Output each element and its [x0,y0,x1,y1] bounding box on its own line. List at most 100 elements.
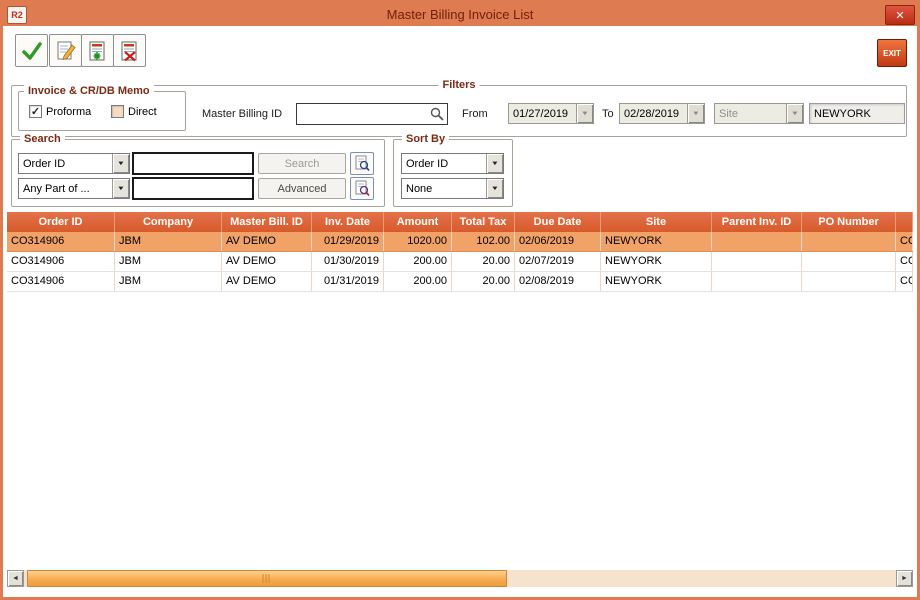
column-header-due-date[interactable]: Due Date [515,212,601,232]
sort-by-group-label: Sort By [402,132,449,146]
app-window: R2 Master Billing Invoice List ✕ [0,0,920,600]
dropdown-arrow-icon[interactable]: ▼ [112,179,129,198]
toolbar-edit-invoice-button[interactable] [49,34,82,67]
to-date-picker[interactable]: 02/28/2019 ▼ [619,103,705,124]
toolbar-void-invoice-button[interactable] [113,34,146,67]
to-date-value: 02/28/2019 [620,108,687,120]
invoice-memo-group: Invoice & CR/DB Memo ✓ Proforma Direct [18,91,186,131]
cell-company: JBM [115,272,222,291]
search-group: Search Order ID ▼ Search Any Part of ... [11,139,385,207]
checkbox-box: ✓ [29,105,42,118]
site-value-field: NEWYORK [809,103,905,124]
toolbar-view-invoice-button[interactable] [81,34,114,67]
cell-po-number [802,232,896,251]
check-icon: ✓ [31,107,40,117]
cell-inv-date: 01/31/2019 [312,272,384,291]
search-text-field [132,152,254,175]
dropdown-arrow-icon[interactable]: ▼ [687,104,704,123]
cell-order-id: CO314906 [7,232,115,251]
search-icon[interactable] [429,106,445,122]
close-icon: ✕ [895,9,904,22]
column-header-site[interactable]: Site [601,212,712,232]
check-icon [21,40,43,62]
close-button[interactable]: ✕ [885,5,915,25]
cell-po-number [802,252,896,271]
cell-due-date: 02/06/2019 [515,232,601,251]
column-header-amount[interactable]: Amount [384,212,452,232]
dropdown-arrow-icon[interactable]: ▼ [576,104,593,123]
column-header-parent-inv-id[interactable]: Parent Inv. ID [712,212,802,232]
sort-secondary-value: None [402,183,486,195]
toolbar-confirm-button[interactable] [15,34,48,67]
invoice-row[interactable]: CO314906 JBM AV DEMO 01/30/2019 200.00 2… [7,252,913,272]
search-match-select[interactable]: Any Part of ... ▼ [18,178,130,199]
invoice-memo-group-label: Invoice & CR/DB Memo [24,84,154,98]
find-on-page-button[interactable] [350,152,374,175]
proforma-checkbox[interactable]: ✓ Proforma [29,105,91,118]
filters-group-label: Filters [438,78,479,92]
search-match-value: Any Part of ... [19,183,112,195]
exit-button[interactable]: EXIT [877,39,907,67]
sort-secondary-select[interactable]: None ▼ [401,178,504,199]
cell-inv-date: 01/29/2019 [312,232,384,251]
cell-company: JBM [115,252,222,271]
dropdown-arrow-icon[interactable]: ▼ [112,154,129,173]
checkbox-box [111,105,124,118]
cell-master-bill-id: AV DEMO [222,272,312,291]
dropdown-arrow-icon[interactable]: ▼ [486,154,503,173]
app-icon: R2 [7,6,27,24]
invoice-row[interactable]: CO314906 JBM AV DEMO 01/31/2019 200.00 2… [7,272,913,292]
dropdown-arrow-icon[interactable]: ▼ [486,179,503,198]
advanced-button[interactable]: Advanced [258,178,346,199]
search-field-select[interactable]: Order ID ▼ [18,153,130,174]
cell-overflow: CO [896,232,913,251]
search-button[interactable]: Search [258,153,346,174]
app-logo-text: R2 [11,10,23,20]
from-date-value: 01/27/2019 [509,108,576,120]
master-billing-id-label: Master Billing ID [202,108,282,120]
search-group-label: Search [20,132,65,146]
sort-by-group: Sort By Order ID ▼ None ▼ [393,139,513,207]
scroll-right-button[interactable]: ► [896,570,913,587]
cell-parent-inv-id [712,232,802,251]
cell-inv-date: 01/30/2019 [312,252,384,271]
column-header-overflow[interactable] [896,212,913,232]
site-select[interactable]: Site ▼ [714,103,804,124]
edit-document-icon [55,40,77,62]
column-header-inv-date[interactable]: Inv. Date [312,212,384,232]
scrollbar-track[interactable] [24,570,896,587]
cell-total-tax: 20.00 [452,252,515,271]
direct-checkbox[interactable]: Direct [111,105,157,118]
horizontal-scrollbar[interactable]: ◄ ► [7,570,913,587]
cell-order-id: CO314906 [7,272,115,291]
invoice-document-icon [87,40,109,62]
from-date-picker[interactable]: 01/27/2019 ▼ [508,103,594,124]
master-billing-id-input[interactable] [296,103,448,125]
cell-po-number [802,272,896,291]
column-header-po-number[interactable]: PO Number [802,212,896,232]
scroll-left-button[interactable]: ◄ [7,570,24,587]
filters-group: Filters Invoice & CR/DB Memo ✓ Proforma … [11,85,907,137]
cell-total-tax: 20.00 [452,272,515,291]
cell-amount: 200.00 [384,252,452,271]
column-header-master-bill-id[interactable]: Master Bill. ID [222,212,312,232]
to-label: To [602,108,614,120]
advanced-button-label: Advanced [278,183,327,195]
sort-primary-select[interactable]: Order ID ▼ [401,153,504,174]
column-header-order-id[interactable]: Order ID [7,212,115,232]
scrollbar-thumb[interactable] [27,570,507,587]
exit-label: EXIT [883,49,901,58]
cell-site: NEWYORK [601,272,712,291]
master-billing-id-field [296,103,448,125]
scrollbar-grip [263,574,272,583]
dropdown-arrow-icon[interactable]: ▼ [786,104,803,123]
search-text-input[interactable] [132,152,254,175]
column-header-total-tax[interactable]: Total Tax [452,212,515,232]
advanced-find-button[interactable] [350,177,374,200]
advanced-text-input[interactable] [132,177,254,200]
column-header-company[interactable]: Company [115,212,222,232]
cell-due-date: 02/08/2019 [515,272,601,291]
invoice-row[interactable]: CO314906 JBM AV DEMO 01/29/2019 1020.00 … [7,232,913,252]
title-bar: R2 Master Billing Invoice List ✕ [3,3,917,26]
from-label: From [462,108,488,120]
